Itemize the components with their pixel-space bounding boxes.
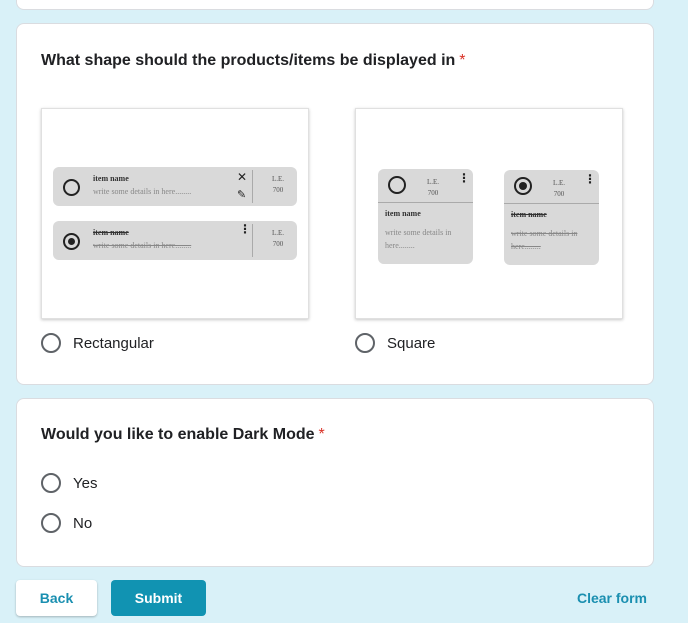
dark-mode-question-title: Would you like to enable Dark Mode * xyxy=(41,426,325,444)
shape-question-card: What shape should the products/items be … xyxy=(16,23,654,385)
dark-mode-question-text: Would you like to enable Dark Mode xyxy=(41,426,315,443)
preview-divider xyxy=(504,203,599,204)
preview-rect-item: item name write some details in here....… xyxy=(53,221,297,260)
radio-button[interactable] xyxy=(41,473,61,493)
option-yes[interactable]: Yes xyxy=(41,473,97,493)
back-button[interactable]: Back xyxy=(16,580,97,616)
preview-item-desc: write some details in here........ xyxy=(93,241,192,250)
preview-item-desc: write some details in here........ xyxy=(93,187,192,196)
required-mark: * xyxy=(318,426,325,443)
option-label: Rectangular xyxy=(73,334,154,352)
option-label: Yes xyxy=(73,474,98,492)
preview-item-name: item name xyxy=(93,228,129,237)
submit-button[interactable]: Submit xyxy=(111,580,206,616)
radio-button[interactable] xyxy=(41,333,61,353)
previous-question-card xyxy=(16,0,654,10)
more-vert-icon: ⋮ xyxy=(458,171,470,185)
more-vert-icon: ⋮ xyxy=(584,172,596,186)
preview-divider xyxy=(252,170,253,203)
preview-divider xyxy=(252,224,253,257)
shape-question-text: What shape should the products/items be … xyxy=(41,52,456,69)
preview-item-name: item name xyxy=(385,209,421,218)
option-no[interactable]: No xyxy=(41,513,92,533)
dark-mode-question-card: Would you like to enable Dark Mode * Yes … xyxy=(16,398,654,567)
clear-form-button[interactable]: Clear form xyxy=(566,580,658,616)
preview-radio-checked-icon xyxy=(514,177,532,195)
more-vert-icon: ⋮ xyxy=(239,222,251,236)
radio-button[interactable] xyxy=(41,513,61,533)
radio-button[interactable] xyxy=(355,333,375,353)
rectangular-preview-image: item name write some details in here....… xyxy=(41,108,309,319)
option-label: Square xyxy=(387,334,436,352)
preview-item-desc: write some details in here........ xyxy=(385,228,452,250)
option-square[interactable]: Square xyxy=(355,333,435,353)
option-label: No xyxy=(73,514,93,532)
close-icon: ✕ xyxy=(237,170,248,184)
option-rectangular[interactable]: Rectangular xyxy=(41,333,154,353)
preview-item-price: L.E. 700 xyxy=(271,229,285,248)
edit-icon: ✎ xyxy=(237,188,247,201)
preview-radio-icon xyxy=(388,176,406,194)
preview-item-price: L.E. 700 xyxy=(552,179,566,198)
preview-square-item: L.E. 700 ⋮ item name write some details … xyxy=(378,169,473,264)
shape-question-title: What shape should the products/items be … xyxy=(41,52,466,70)
required-mark: * xyxy=(459,52,466,69)
preview-item-price: L.E. 700 xyxy=(271,175,285,194)
preview-item-name: item name xyxy=(511,210,547,219)
preview-radio-icon xyxy=(63,179,80,196)
square-preview-image: L.E. 700 ⋮ item name write some details … xyxy=(355,108,623,319)
preview-divider xyxy=(378,202,473,203)
preview-square-item: L.E. 700 ⋮ item name write some details … xyxy=(504,170,599,265)
preview-rect-item: item name write some details in here....… xyxy=(53,167,297,206)
preview-item-price: L.E. 700 xyxy=(426,178,440,197)
preview-radio-checked-icon xyxy=(63,233,80,250)
preview-item-name: item name xyxy=(93,174,129,183)
preview-item-desc: write some details in here........ xyxy=(511,229,578,251)
